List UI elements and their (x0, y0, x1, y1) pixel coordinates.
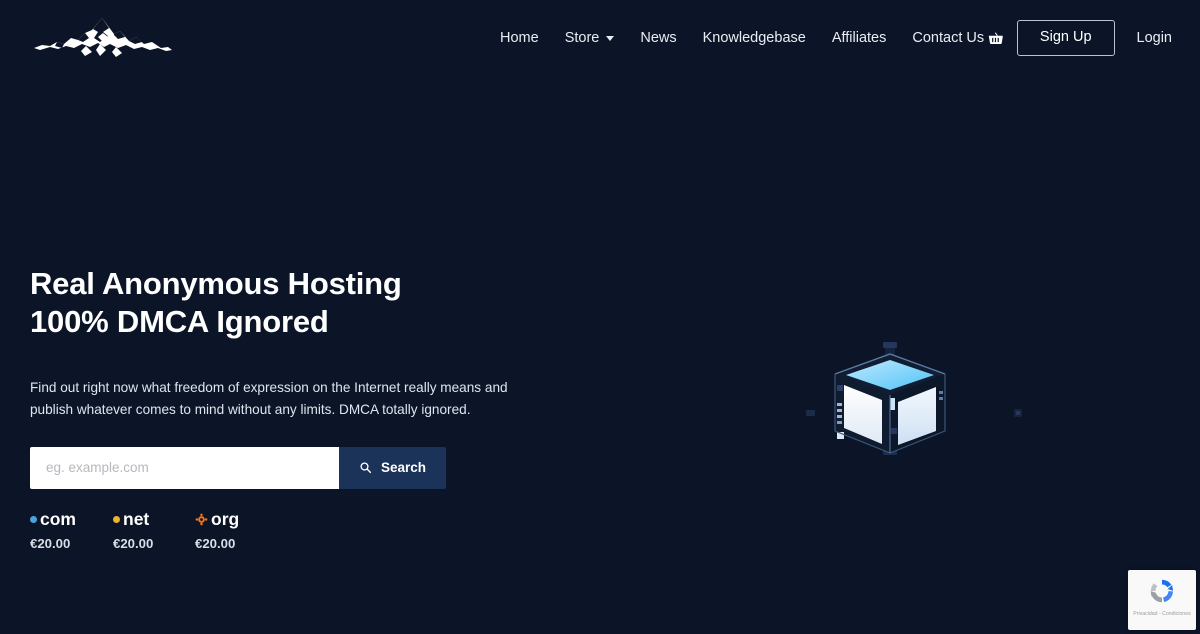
tld-price: €20.00 (30, 536, 71, 552)
search-button-label: Search (380, 460, 426, 476)
net-dot-icon (113, 515, 120, 523)
recaptcha-badge[interactable]: Privacidad - Condiciones (1128, 570, 1196, 630)
nav-item-label: Contact Us (912, 29, 985, 46)
recaptcha-icon (1150, 579, 1174, 603)
tld-name: org (195, 508, 285, 529)
nav-item-label: Home (500, 29, 539, 46)
tld-name: com (30, 508, 113, 529)
page-title-line2: 100% DMCA Ignored (30, 303, 329, 339)
site-header: Home Store News Knowledgebase Affiliates… (0, 0, 1200, 76)
hero-section: Real Anonymous Hosting 100% DMCA Ignored… (30, 265, 650, 550)
nav-item-label: News (640, 29, 677, 46)
search-input[interactable] (30, 446, 339, 489)
nav-item-label: Knowledgebase (702, 29, 806, 46)
domain-search-form: Search (30, 446, 446, 489)
nav-item-label: Affiliates (831, 29, 887, 46)
org-logo-icon (195, 513, 208, 526)
mountain-logo[interactable] (30, 14, 176, 62)
tld-item-net[interactable]: net €20.00 (113, 508, 195, 552)
nav-item-store[interactable]: Store (552, 31, 628, 46)
server-cube-illustration (800, 325, 1040, 475)
tld-label: net (123, 508, 150, 529)
tld-item-org[interactable]: org €20.00 (195, 508, 285, 552)
tld-price: €20.00 (195, 536, 236, 552)
tld-price-list: com €20.00 net €20.00 org €20.00 (30, 508, 650, 552)
tld-label: org (211, 508, 240, 529)
basket-icon (989, 31, 1004, 44)
cart-button[interactable] (979, 21, 1013, 55)
tld-name: net (113, 508, 195, 529)
com-dot-icon (30, 515, 37, 523)
page-title-line1: Real Anonymous Hosting (30, 266, 402, 301)
search-button[interactable]: Search (338, 446, 446, 489)
main-nav: Home Store News Knowledgebase Affiliates… (500, 0, 997, 76)
nav-item-label: Store (564, 29, 600, 46)
tld-item-com[interactable]: com €20.00 (30, 508, 113, 552)
header-actions: Sign Up Login (979, 0, 1172, 76)
chevron-down-icon (606, 36, 615, 41)
tld-label: com (40, 508, 76, 529)
nav-item-home[interactable]: Home (500, 31, 552, 46)
search-icon (360, 462, 372, 474)
mountain-logo-icon (34, 18, 172, 57)
sign-up-button[interactable]: Sign Up (1016, 20, 1115, 56)
page-root: Home Store News Knowledgebase Affiliates… (0, 0, 1200, 634)
login-link[interactable]: Login (1115, 30, 1172, 46)
recaptcha-label: Privacidad - Condiciones (1133, 611, 1191, 617)
hero-subtitle: Find out right now what freedom of expre… (30, 379, 508, 417)
tld-price: €20.00 (113, 536, 154, 552)
nav-item-knowledgebase[interactable]: Knowledgebase (690, 31, 819, 46)
server-cube-icon (806, 342, 1022, 455)
nav-item-affiliates[interactable]: Affiliates (819, 31, 900, 46)
nav-item-news[interactable]: News (627, 31, 689, 46)
